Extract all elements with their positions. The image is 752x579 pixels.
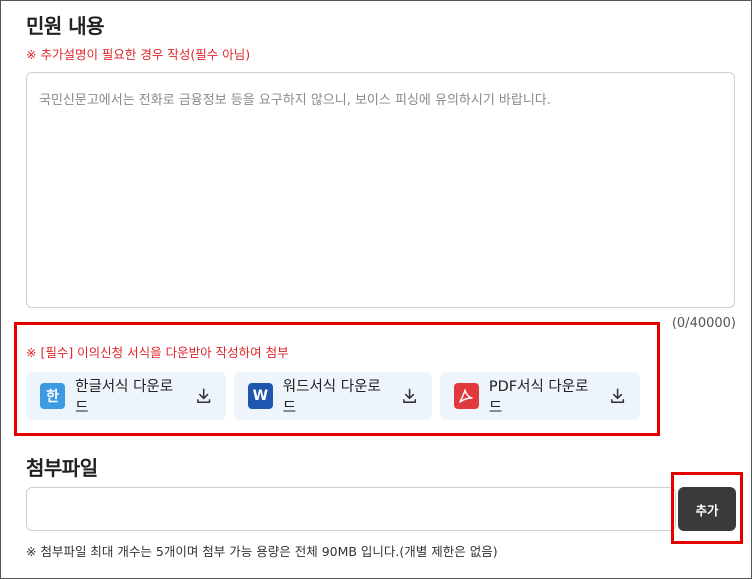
optional-notice: ※ 추가설명이 필요한 경우 작성(필수 아님) — [26, 47, 251, 62]
hwp-download-label: 한글서식 다운로드 — [75, 379, 174, 416]
word-icon: W — [248, 383, 273, 409]
word-download-button[interactable]: W 워드서식 다운로드 — [234, 372, 432, 420]
download-icon — [610, 388, 624, 403]
pdf-icon — [454, 383, 479, 409]
complaint-content-input[interactable] — [26, 72, 735, 308]
pdf-download-label: PDF서식 다운로드 — [488, 379, 589, 416]
word-download-label: 워드서식 다운로드 — [282, 379, 381, 416]
attachment-limit-note: ※ 첨부파일 최대 개수는 5개이며 첨부 가능 용량은 전체 90MB 입니다… — [26, 544, 498, 559]
attachment-file-field[interactable] — [26, 487, 676, 531]
add-attachment-button[interactable]: 추가 — [678, 487, 736, 531]
complaint-content-title: 민원 내용 — [26, 14, 105, 38]
download-icon — [196, 388, 210, 404]
required-form-note: ※ [필수] 이의신청 서식을 다운받아 작성하여 첨부 — [26, 345, 289, 360]
pdf-download-button[interactable]: PDF서식 다운로드 — [440, 372, 640, 420]
hwp-download-button[interactable]: 한 한글서식 다운로드 — [26, 372, 226, 420]
character-counter: (0/40000) — [671, 316, 736, 331]
download-icon — [402, 388, 416, 403]
hwp-icon: 한 — [40, 383, 66, 409]
attachment-title: 첨부파일 — [26, 456, 98, 480]
